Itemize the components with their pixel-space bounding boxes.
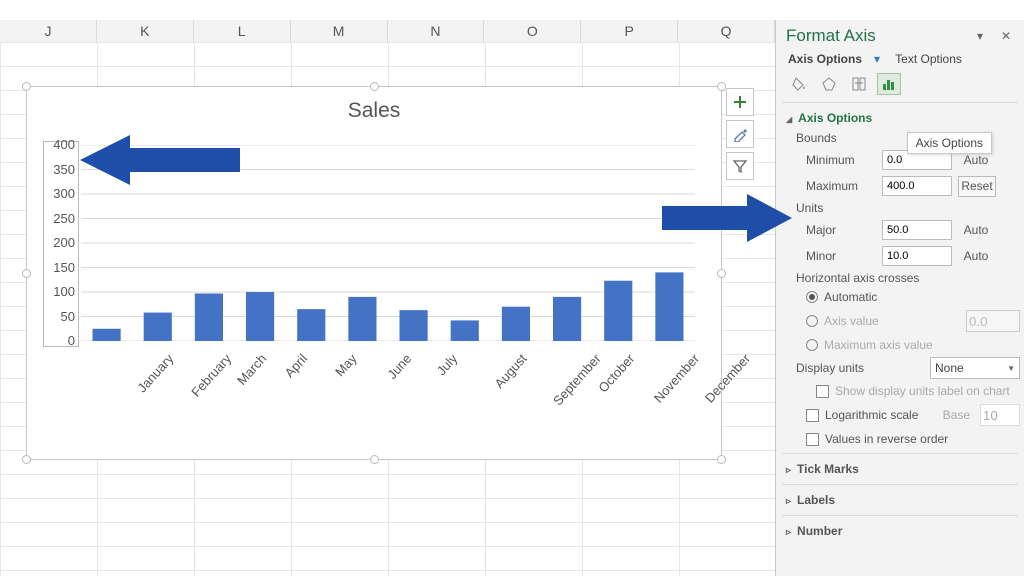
x-tick-label: April	[281, 351, 310, 380]
row-major: Major Auto	[786, 217, 1020, 243]
section-tick-marks[interactable]: Tick Marks	[786, 458, 1020, 480]
y-tick-label: 50	[47, 309, 75, 324]
x-tick-label: May	[332, 351, 360, 379]
radio-axis-value[interactable]: Axis value	[786, 307, 1020, 335]
check-log-scale[interactable]: Logarithmic scale Base	[786, 401, 1020, 429]
col-P[interactable]: P	[581, 20, 678, 42]
x-tick-label: July	[434, 351, 461, 378]
check-reverse[interactable]: Values in reverse order	[786, 429, 1020, 449]
bar[interactable]	[502, 307, 530, 341]
minor-auto: Auto	[958, 249, 994, 263]
y-tick-label: 0	[47, 333, 75, 348]
bar[interactable]	[553, 297, 581, 341]
x-tick-label: November	[651, 351, 702, 406]
annotation-arrow-left	[80, 130, 240, 190]
col-M[interactable]: M	[291, 20, 388, 42]
radio-max-axis-value[interactable]: Maximum axis value	[786, 335, 1020, 355]
maximum-reset-button[interactable]: Reset	[958, 176, 996, 197]
check-show-display-units[interactable]: Show display units label on chart	[786, 381, 1020, 401]
group-hcross: Horizontal axis crosses	[786, 269, 1020, 287]
tab-text-options[interactable]: Text Options	[895, 52, 962, 66]
format-axis-pane: Format Axis ▾ ✕ Axis Options▾ Text Optio…	[775, 20, 1024, 576]
chart-side-buttons	[726, 88, 754, 180]
pane-tabs: Axis Options▾ Text Options	[776, 50, 1024, 70]
row-display-units: Display units None▼	[786, 355, 1020, 381]
y-tick-label: 350	[47, 162, 75, 177]
pane-icon-row	[776, 70, 1024, 102]
bar[interactable]	[655, 272, 683, 341]
checkbox-icon	[816, 385, 829, 398]
pane-close-icon[interactable]: ✕	[998, 29, 1014, 43]
row-maximum: Maximum Reset	[786, 173, 1020, 199]
radio-dot-icon	[806, 315, 818, 327]
bar[interactable]	[400, 310, 428, 341]
y-tick-label: 300	[47, 186, 75, 201]
bar[interactable]	[297, 309, 325, 341]
y-tick-label: 400	[47, 137, 75, 152]
tab-axis-options[interactable]: Axis Options	[788, 52, 862, 66]
x-tick-label: June	[385, 351, 415, 382]
axis-options-tooltip: Axis Options	[907, 132, 992, 154]
x-tick-label: September	[550, 351, 604, 408]
minimum-auto: Auto	[958, 153, 994, 167]
major-input[interactable]	[882, 220, 952, 240]
checkbox-icon	[806, 409, 819, 422]
group-units: Units	[786, 199, 1020, 217]
x-tick-label: March	[234, 351, 269, 388]
section-number[interactable]: Number	[786, 520, 1020, 542]
bar[interactable]	[348, 297, 376, 341]
col-Q[interactable]: Q	[678, 20, 775, 42]
y-tick-label: 250	[47, 211, 75, 226]
bar[interactable]	[93, 329, 121, 341]
log-base-input	[980, 404, 1020, 426]
x-tick-label: August	[491, 351, 529, 391]
col-O[interactable]: O	[484, 20, 581, 42]
formula-strip	[0, 0, 775, 21]
y-tick-label: 150	[47, 260, 75, 275]
bar[interactable]	[246, 292, 274, 341]
col-J[interactable]: J	[0, 20, 97, 42]
section-axis-options[interactable]: Axis Options	[786, 107, 1020, 129]
chart-styles-button[interactable]	[726, 120, 754, 148]
chart-filter-button[interactable]	[726, 152, 754, 180]
radio-automatic[interactable]: Automatic	[786, 287, 1020, 307]
major-auto: Auto	[958, 223, 994, 237]
col-K[interactable]: K	[97, 20, 194, 42]
chart-title[interactable]: Sales	[27, 87, 721, 129]
x-axis-labels: January FebruaryMarch April May June July Augu…	[81, 345, 695, 425]
pane-title: Format Axis	[786, 26, 972, 46]
bar[interactable]	[604, 281, 632, 341]
col-N[interactable]: N	[388, 20, 485, 42]
display-units-select[interactable]: None▼	[930, 357, 1020, 379]
axis-options-icon[interactable]	[878, 74, 900, 94]
x-tick-label: January	[135, 351, 177, 395]
row-minor: Minor Auto	[786, 243, 1020, 269]
pane-menu-icon[interactable]: ▾	[972, 29, 988, 43]
y-tick-label: 100	[47, 284, 75, 299]
maximum-input[interactable]	[882, 176, 952, 196]
bar[interactable]	[144, 313, 172, 341]
effects-icon[interactable]	[818, 74, 840, 94]
col-L[interactable]: L	[194, 20, 291, 42]
axis-value-input[interactable]	[966, 310, 1020, 332]
radio-dot-icon	[806, 339, 818, 351]
size-props-icon[interactable]	[848, 74, 870, 94]
bar[interactable]	[195, 293, 223, 341]
minor-input[interactable]	[882, 246, 952, 266]
y-tick-label: 200	[47, 235, 75, 250]
checkbox-icon	[806, 433, 819, 446]
radio-dot-icon	[806, 291, 818, 303]
column-headers: J K L M N O P Q	[0, 20, 775, 43]
x-tick-label: February	[188, 351, 234, 400]
fill-icon[interactable]	[788, 74, 810, 94]
chart-add-element-button[interactable]	[726, 88, 754, 116]
annotation-arrow-right	[662, 190, 792, 246]
bar[interactable]	[451, 320, 479, 341]
section-labels[interactable]: Labels	[786, 489, 1020, 511]
